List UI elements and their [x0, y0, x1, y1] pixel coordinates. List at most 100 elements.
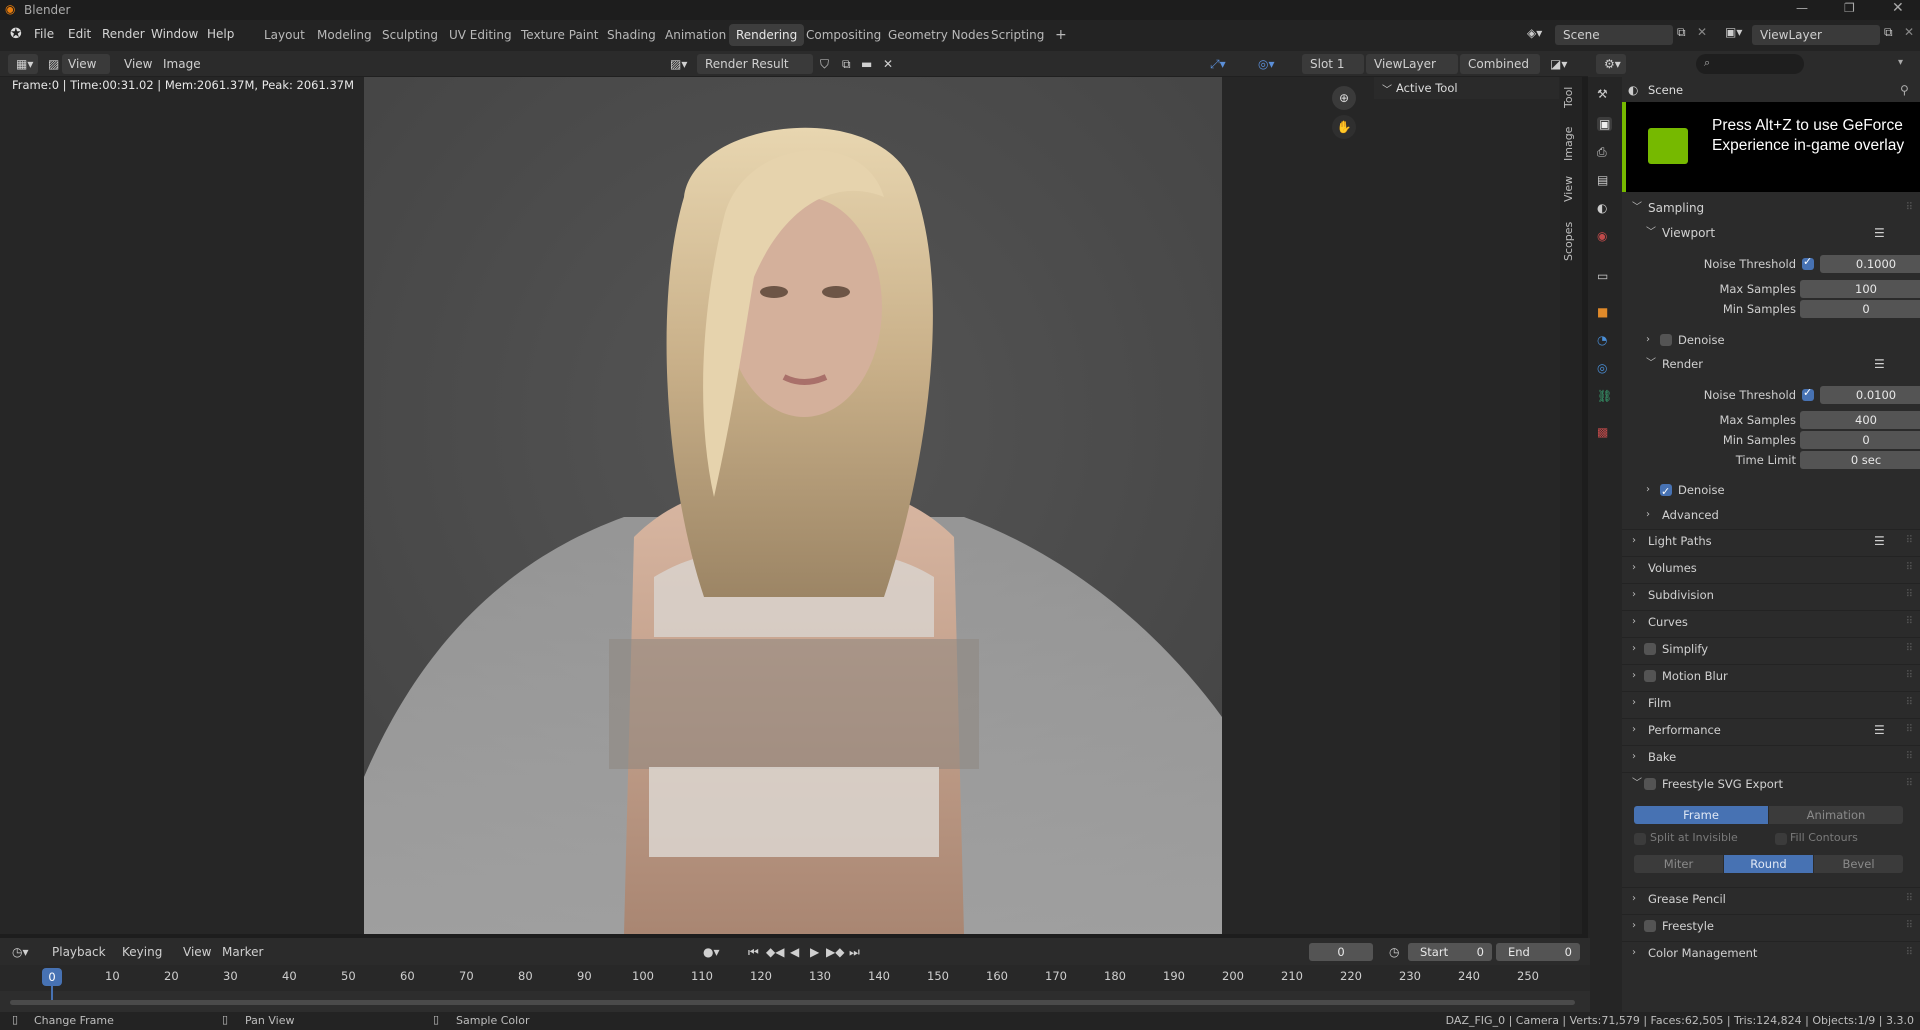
tab-compositing[interactable]: Compositing	[799, 24, 888, 46]
viewport-min-samples-field[interactable]: 0	[1800, 300, 1920, 318]
tab-rendering[interactable]: Rendering	[729, 24, 805, 46]
drag-handle-icon[interactable]: ⠿	[1906, 611, 1913, 633]
minimize-icon[interactable]: —	[1796, 1, 1808, 15]
motion-blur-section[interactable]: › Motion Blur ⠿	[1622, 664, 1920, 686]
view-layer-remove-icon[interactable]: ✕	[1904, 25, 1914, 39]
drag-handle-icon[interactable]: ⠿	[1906, 665, 1913, 687]
start-frame-field[interactable]: Start 0	[1408, 943, 1492, 961]
view-layer-props-icon[interactable]: ▤	[1597, 173, 1608, 187]
fill-contours-checkbox[interactable]	[1775, 833, 1787, 845]
menu-timeline-view[interactable]: View	[183, 942, 211, 962]
drag-handle-icon[interactable]: ⠿	[1906, 719, 1913, 741]
modifier-props-icon[interactable]: ◔	[1597, 333, 1607, 347]
simplify-section[interactable]: › Simplify ⠿	[1622, 637, 1920, 659]
render-props-icon[interactable]: ▣	[1597, 117, 1613, 131]
tab-geometry-nodes[interactable]: Geometry Nodes	[881, 24, 996, 46]
tab-modeling[interactable]: Modeling	[310, 24, 379, 46]
drag-handle-icon[interactable]: ⠿	[1906, 746, 1913, 768]
line-join-miter-button[interactable]: Miter	[1634, 855, 1723, 873]
menu-image[interactable]: Image	[163, 54, 201, 74]
collection-props-icon[interactable]: ▭	[1597, 269, 1608, 283]
pin-icon[interactable]: ⚲	[1900, 83, 1909, 97]
performance-section[interactable]: › Performance ☰ ⠿	[1622, 718, 1920, 740]
render-min-samples-field[interactable]: 0	[1800, 431, 1920, 449]
jump-end-icon[interactable]: ⏭	[849, 942, 860, 962]
unlink-image-icon[interactable]: ✕	[883, 54, 893, 74]
tab-uv-editing[interactable]: UV Editing	[442, 24, 519, 46]
tab-sculpting[interactable]: Sculpting	[375, 24, 445, 46]
volumes-section[interactable]: › Volumes ⠿	[1622, 556, 1920, 578]
menu-file[interactable]: File	[34, 27, 54, 41]
fake-user-shield-icon[interactable]: ⛉	[820, 54, 829, 74]
slot-dropdown[interactable]: Slot 1	[1302, 54, 1364, 74]
viewport-denoise-header[interactable]: › Denoise	[1622, 329, 1920, 351]
render-noise-threshold-checkbox[interactable]	[1802, 386, 1814, 401]
overlay-toggle-icon[interactable]: ◎▾	[1258, 54, 1275, 74]
play-reverse-icon[interactable]: ◀	[790, 942, 799, 962]
geforce-overlay-notification[interactable]: Press Alt+Z to use GeForce Experience in…	[1622, 102, 1920, 192]
tab-scripting[interactable]: Scripting	[984, 24, 1051, 46]
close-window-icon[interactable]: ✕	[1892, 0, 1904, 16]
view-layer-copy-icon[interactable]: ⧉	[1884, 25, 1893, 40]
viewport-subsection-header[interactable]: ﹀ Viewport ☰	[1622, 222, 1920, 244]
drag-handle-icon[interactable]: ⠿	[1906, 530, 1913, 552]
timeline-scrollbar[interactable]	[10, 1000, 1575, 1005]
image-name-field[interactable]: Render Result	[697, 54, 813, 74]
sample-tool-icon[interactable]: ⤢▾	[1210, 54, 1226, 74]
record-keyframe-icon[interactable]: ●▾	[703, 942, 720, 962]
menu-marker[interactable]: Marker	[222, 942, 263, 962]
motion-blur-checkbox[interactable]	[1644, 670, 1656, 682]
properties-options-icon[interactable]: ▾	[1898, 57, 1903, 68]
tab-texture-paint[interactable]: Texture Paint	[514, 24, 605, 46]
tab-animation[interactable]: Animation	[658, 24, 733, 46]
menu-edit[interactable]: Edit	[68, 27, 91, 41]
play-icon[interactable]: ▶	[810, 942, 819, 962]
drag-handle-icon[interactable]: ⠿	[1906, 638, 1913, 660]
scene-field[interactable]: Scene	[1555, 25, 1673, 45]
subdivision-section[interactable]: › Subdivision ⠿	[1622, 583, 1920, 605]
render-noise-threshold-field[interactable]: 0.0100	[1820, 386, 1920, 404]
timeline-editor-type-icon[interactable]: ◷▾	[12, 942, 29, 962]
render-pass-dropdown[interactable]: Combined	[1460, 54, 1540, 74]
jump-start-icon[interactable]: ⏮	[748, 942, 759, 962]
tab-view[interactable]: View	[1562, 172, 1580, 206]
drag-handle-icon[interactable]: ⠿	[1906, 915, 1913, 937]
view-layer-field[interactable]: ViewLayer	[1752, 25, 1880, 45]
render-denoise-checkbox[interactable]	[1660, 481, 1672, 503]
preview-range-icon[interactable]: ◷	[1389, 942, 1399, 962]
playhead-marker[interactable]: 0	[42, 968, 62, 986]
tab-tool[interactable]: Tool	[1562, 82, 1580, 112]
viewport-noise-threshold-field[interactable]: 0.1000	[1820, 255, 1920, 273]
menu-help[interactable]: Help	[207, 27, 234, 41]
drag-handle-icon[interactable]: ⠿	[1906, 197, 1913, 219]
texture-props-icon[interactable]: ▩	[1597, 425, 1608, 439]
tab-layout[interactable]: Layout	[257, 24, 312, 46]
freestyle-svg-export-section[interactable]: ﹀ Freestyle SVG Export ⠿	[1622, 772, 1920, 794]
simplify-checkbox[interactable]	[1644, 643, 1656, 655]
maximize-icon[interactable]: ❐	[1844, 1, 1855, 15]
bake-section[interactable]: › Bake ⠿	[1622, 745, 1920, 767]
pan-hand-icon[interactable]: ✋	[1332, 115, 1356, 139]
new-image-icon[interactable]: ⧉	[842, 54, 851, 74]
render-viewlayer-dropdown[interactable]: ViewLayer	[1366, 54, 1458, 74]
open-image-icon[interactable]: ▬	[861, 54, 872, 74]
grease-pencil-section[interactable]: › Grease Pencil ⠿	[1622, 887, 1920, 909]
image-browse-icon[interactable]: ▨▾	[670, 54, 687, 74]
scene-selector-icon[interactable]: ◈▾	[1527, 26, 1542, 40]
scene-props-icon[interactable]: ◐	[1597, 201, 1607, 215]
drag-handle-icon[interactable]: ⠿	[1906, 888, 1913, 910]
end-frame-field[interactable]: End 0	[1496, 943, 1580, 961]
curves-section[interactable]: › Curves ⠿	[1622, 610, 1920, 632]
drag-handle-icon[interactable]: ⠿	[1906, 942, 1913, 964]
display-channels-icon[interactable]: ◪▾	[1550, 54, 1567, 74]
split-at-invisible-checkbox[interactable]	[1634, 833, 1646, 845]
object-props-icon[interactable]: ■	[1597, 305, 1608, 319]
menu-view[interactable]: View	[124, 54, 152, 74]
tool-settings-icon[interactable]: ⚒	[1597, 87, 1608, 101]
menu-playback[interactable]: Playback	[52, 942, 106, 962]
physics-props-icon[interactable]: ◎	[1597, 361, 1607, 375]
view-layer-icon[interactable]: ▣▾	[1725, 25, 1742, 39]
output-props-icon[interactable]: ⎙	[1597, 145, 1607, 160]
drag-handle-icon[interactable]: ⠿	[1906, 557, 1913, 579]
line-join-bevel-button[interactable]: Bevel	[1814, 855, 1903, 873]
